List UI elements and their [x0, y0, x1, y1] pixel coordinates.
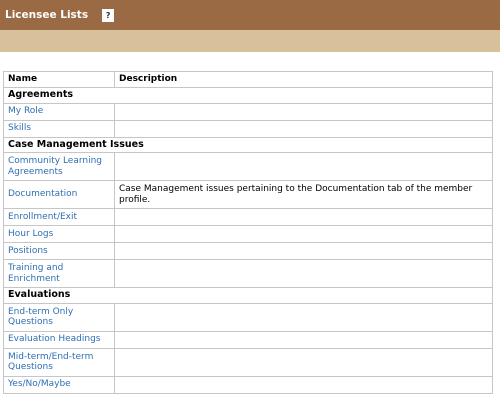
list-link[interactable]: Training and Enrichment [3, 259, 115, 288]
table-row: My Role [3, 102, 493, 121]
table-row: End-term Only Questions [3, 302, 493, 332]
list-link[interactable]: End-term Only Questions [3, 302, 115, 332]
licensee-lists-table: Name Description Agreements My Role Skil… [3, 71, 493, 394]
table-row: Positions [3, 242, 493, 260]
group-label: Case Management Issues [3, 136, 493, 153]
table-row: Hour Logs [3, 225, 493, 243]
help-icon[interactable]: ? [102, 8, 115, 22]
row-description [114, 242, 493, 260]
table-row: Mid-term/End-term Questions [3, 347, 493, 377]
list-link[interactable]: Yes/No/Maybe [3, 375, 115, 394]
row-description [114, 347, 493, 377]
row-description [114, 119, 493, 138]
row-description [114, 375, 493, 394]
row-description [114, 152, 493, 181]
row-description [114, 330, 493, 349]
table-row: Community Learning Agreements [3, 152, 493, 181]
list-link[interactable]: Skills [3, 119, 115, 138]
spacer [0, 52, 500, 72]
group-label: Agreements [3, 87, 493, 104]
group-row: Agreements [3, 87, 493, 104]
row-description [114, 302, 493, 332]
table-row: Enrollment/Exit [3, 208, 493, 226]
row-description [114, 225, 493, 243]
list-link[interactable]: Hour Logs [3, 225, 115, 243]
list-link[interactable]: Evaluation Headings [3, 330, 115, 349]
table-row: Skills [3, 119, 493, 138]
list-link[interactable]: Positions [3, 242, 115, 260]
table-row: Yes/No/Maybe [3, 375, 493, 394]
header-row: Name Description [3, 71, 493, 88]
page-header: Licensee Lists ? [0, 0, 500, 30]
column-header-name: Name [3, 71, 115, 88]
group-row: Evaluations [3, 287, 493, 304]
group-row: Case Management Issues [3, 136, 493, 153]
list-link[interactable]: Community Learning Agreements [3, 152, 115, 181]
list-link[interactable]: Mid-term/End-term Questions [3, 347, 115, 377]
row-description [114, 208, 493, 226]
row-description: Case Management issues pertaining to the… [114, 180, 493, 209]
sub-header-bar [0, 30, 500, 52]
row-description [114, 259, 493, 288]
column-header-description: Description [114, 71, 493, 88]
row-description [114, 102, 493, 121]
table-row: Evaluation Headings [3, 330, 493, 349]
list-link[interactable]: Enrollment/Exit [3, 208, 115, 226]
group-label: Evaluations [3, 287, 493, 304]
page-title: Licensee Lists [5, 9, 89, 21]
list-link[interactable]: My Role [3, 102, 115, 121]
table-row: Documentation Case Management issues per… [3, 180, 493, 209]
table-row: Training and Enrichment [3, 259, 493, 288]
list-link[interactable]: Documentation [3, 180, 115, 209]
